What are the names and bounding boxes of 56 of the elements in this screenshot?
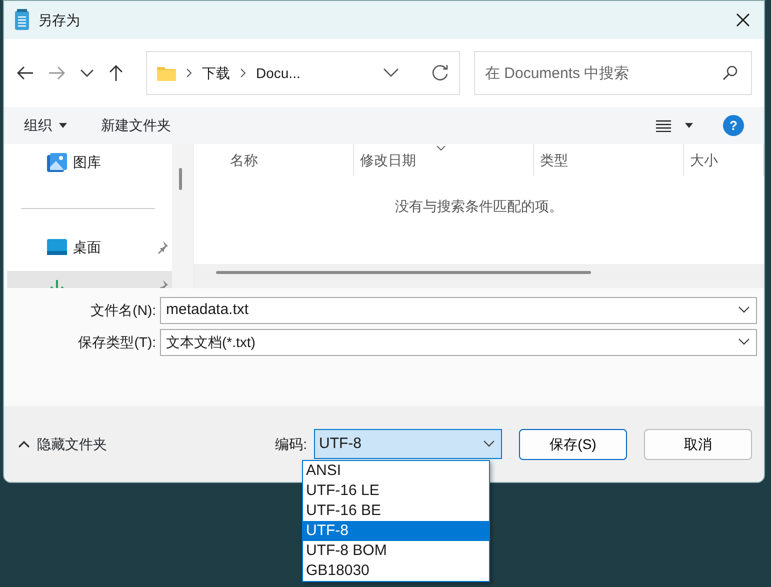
- chevron-down-icon[interactable]: [80, 68, 94, 78]
- encoding-option[interactable]: UTF-16 LE: [303, 481, 489, 501]
- search-icon: [722, 65, 738, 81]
- desktop-icon: [47, 238, 67, 256]
- file-type-field[interactable]: 文本文档(*.txt): [160, 328, 757, 356]
- list-view-icon: [656, 120, 671, 132]
- encoding-option[interactable]: UTF-8: [303, 521, 489, 541]
- close-icon: [736, 13, 750, 27]
- file-type-label: 保存类型(T):: [77, 332, 157, 352]
- chevron-down-icon: [483, 440, 495, 448]
- sort-chevron-icon: [436, 145, 446, 151]
- address-bar[interactable]: 下载 Docu...: [146, 51, 460, 95]
- forward-icon[interactable]: [48, 65, 66, 81]
- cancel-button[interactable]: 取消: [644, 428, 752, 460]
- folder-icon: [157, 66, 176, 80]
- sidebar-item[interactable]: 图库: [7, 144, 172, 180]
- hide-folders-button[interactable]: 隐藏文件夹: [18, 434, 107, 454]
- window-title: 另存为: [38, 10, 80, 30]
- file-name-label: 文件名(N):: [90, 300, 157, 320]
- save-button[interactable]: 保存(S): [519, 428, 627, 460]
- empty-message: 没有与搜索条件匹配的项。: [394, 197, 564, 216]
- encoding-label: 编码:: [275, 434, 307, 454]
- encoding-option[interactable]: UTF-8 BOM: [303, 541, 489, 561]
- breadcrumb-item[interactable]: Docu...: [256, 62, 300, 84]
- scrollbar-thumb[interactable]: [179, 168, 182, 190]
- column-header[interactable]: 类型: [534, 144, 684, 176]
- refresh-icon[interactable]: [431, 64, 449, 82]
- close-button[interactable]: [736, 13, 750, 27]
- chevron-down-icon: [738, 338, 750, 346]
- caret-down-icon: [59, 123, 67, 128]
- encoding-dropdown[interactable]: UTF-8: [314, 429, 502, 459]
- encoding-option[interactable]: GB18030: [303, 561, 489, 581]
- chevron-up-icon: [18, 440, 30, 448]
- up-icon[interactable]: [108, 64, 124, 82]
- notepad-icon: [14, 9, 30, 31]
- column-header[interactable]: 大小: [684, 144, 764, 176]
- encoding-option[interactable]: UTF-16 BE: [303, 501, 489, 521]
- scrollbar-thumb[interactable]: [216, 271, 591, 274]
- back-icon[interactable]: [16, 65, 34, 81]
- file-name-field[interactable]: metadata.txt: [160, 296, 757, 324]
- column-header[interactable]: 名称: [194, 144, 354, 176]
- chevron-down-icon[interactable]: [383, 68, 399, 78]
- sidebar-item[interactable]: 桌面: [7, 229, 172, 265]
- breadcrumb-item[interactable]: 下载: [202, 62, 230, 84]
- new-folder-button[interactable]: 新建文件夹: [101, 115, 171, 136]
- help-button[interactable]: ?: [723, 115, 744, 136]
- search-field[interactable]: 在 Documents 中搜索: [474, 51, 752, 95]
- chevron-right-icon: [186, 68, 192, 78]
- caret-down-icon: [685, 123, 693, 128]
- gallery-icon: [47, 152, 67, 172]
- encoding-option[interactable]: ANSI: [303, 461, 489, 481]
- organize-button[interactable]: 组织: [24, 115, 67, 136]
- view-button[interactable]: [656, 120, 693, 132]
- chevron-down-icon: [738, 306, 750, 314]
- chevron-right-icon: [240, 68, 246, 78]
- column-header[interactable]: 修改日期: [354, 144, 534, 176]
